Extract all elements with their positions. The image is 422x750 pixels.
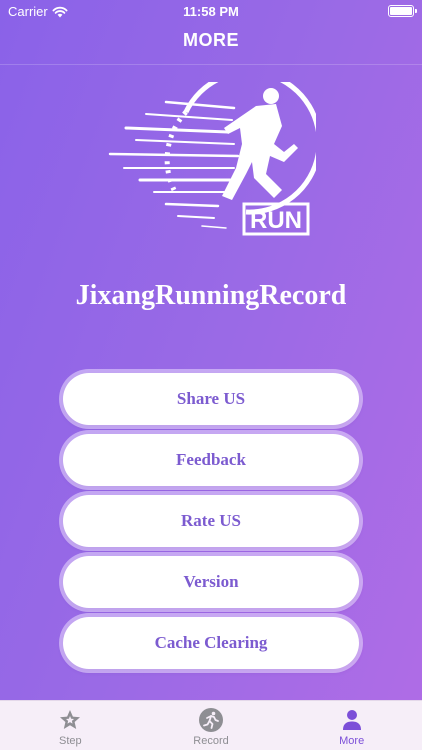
cache-clearing-label: Cache Clearing	[154, 633, 268, 652]
status-time: 11:58 PM	[183, 4, 239, 19]
feedback-button[interactable]: Feedback	[63, 434, 359, 486]
app-logo: RUN	[106, 69, 322, 242]
tab-record-label: Record	[193, 735, 229, 747]
menu-list: Share US Feedback Rate US Version Cache …	[63, 373, 359, 678]
logo-text: RUN	[250, 207, 302, 234]
tab-more[interactable]: More	[281, 701, 422, 750]
nav-divider	[0, 64, 422, 65]
tab-record[interactable]: Record	[141, 701, 282, 750]
feedback-label: Feedback	[176, 450, 246, 469]
page-title: MORE	[183, 30, 239, 50]
share-us-label: Share US	[176, 389, 246, 408]
tab-bar: Step Record More	[0, 700, 422, 750]
tab-step[interactable]: Step	[0, 701, 141, 750]
share-us-button[interactable]: Share US	[63, 373, 359, 425]
cache-clearing-button[interactable]: Cache Clearing	[63, 617, 359, 669]
app-name: JixangRunningRecord	[75, 280, 347, 311]
rate-us-button[interactable]: Rate US	[63, 495, 359, 547]
version-label: Version	[183, 572, 239, 591]
tab-step-label: Step	[59, 735, 82, 747]
person-icon	[339, 707, 365, 733]
tab-more-label: More	[339, 735, 365, 747]
star-icon	[57, 707, 83, 733]
version-button[interactable]: Version	[63, 556, 359, 608]
runner-icon	[198, 707, 224, 733]
rate-us-label: Rate US	[181, 511, 241, 530]
runner-logo-icon: RUN	[108, 69, 322, 236]
status-bar: Carrier 11:58 PM	[0, 0, 422, 24]
battery-icon	[388, 5, 417, 17]
